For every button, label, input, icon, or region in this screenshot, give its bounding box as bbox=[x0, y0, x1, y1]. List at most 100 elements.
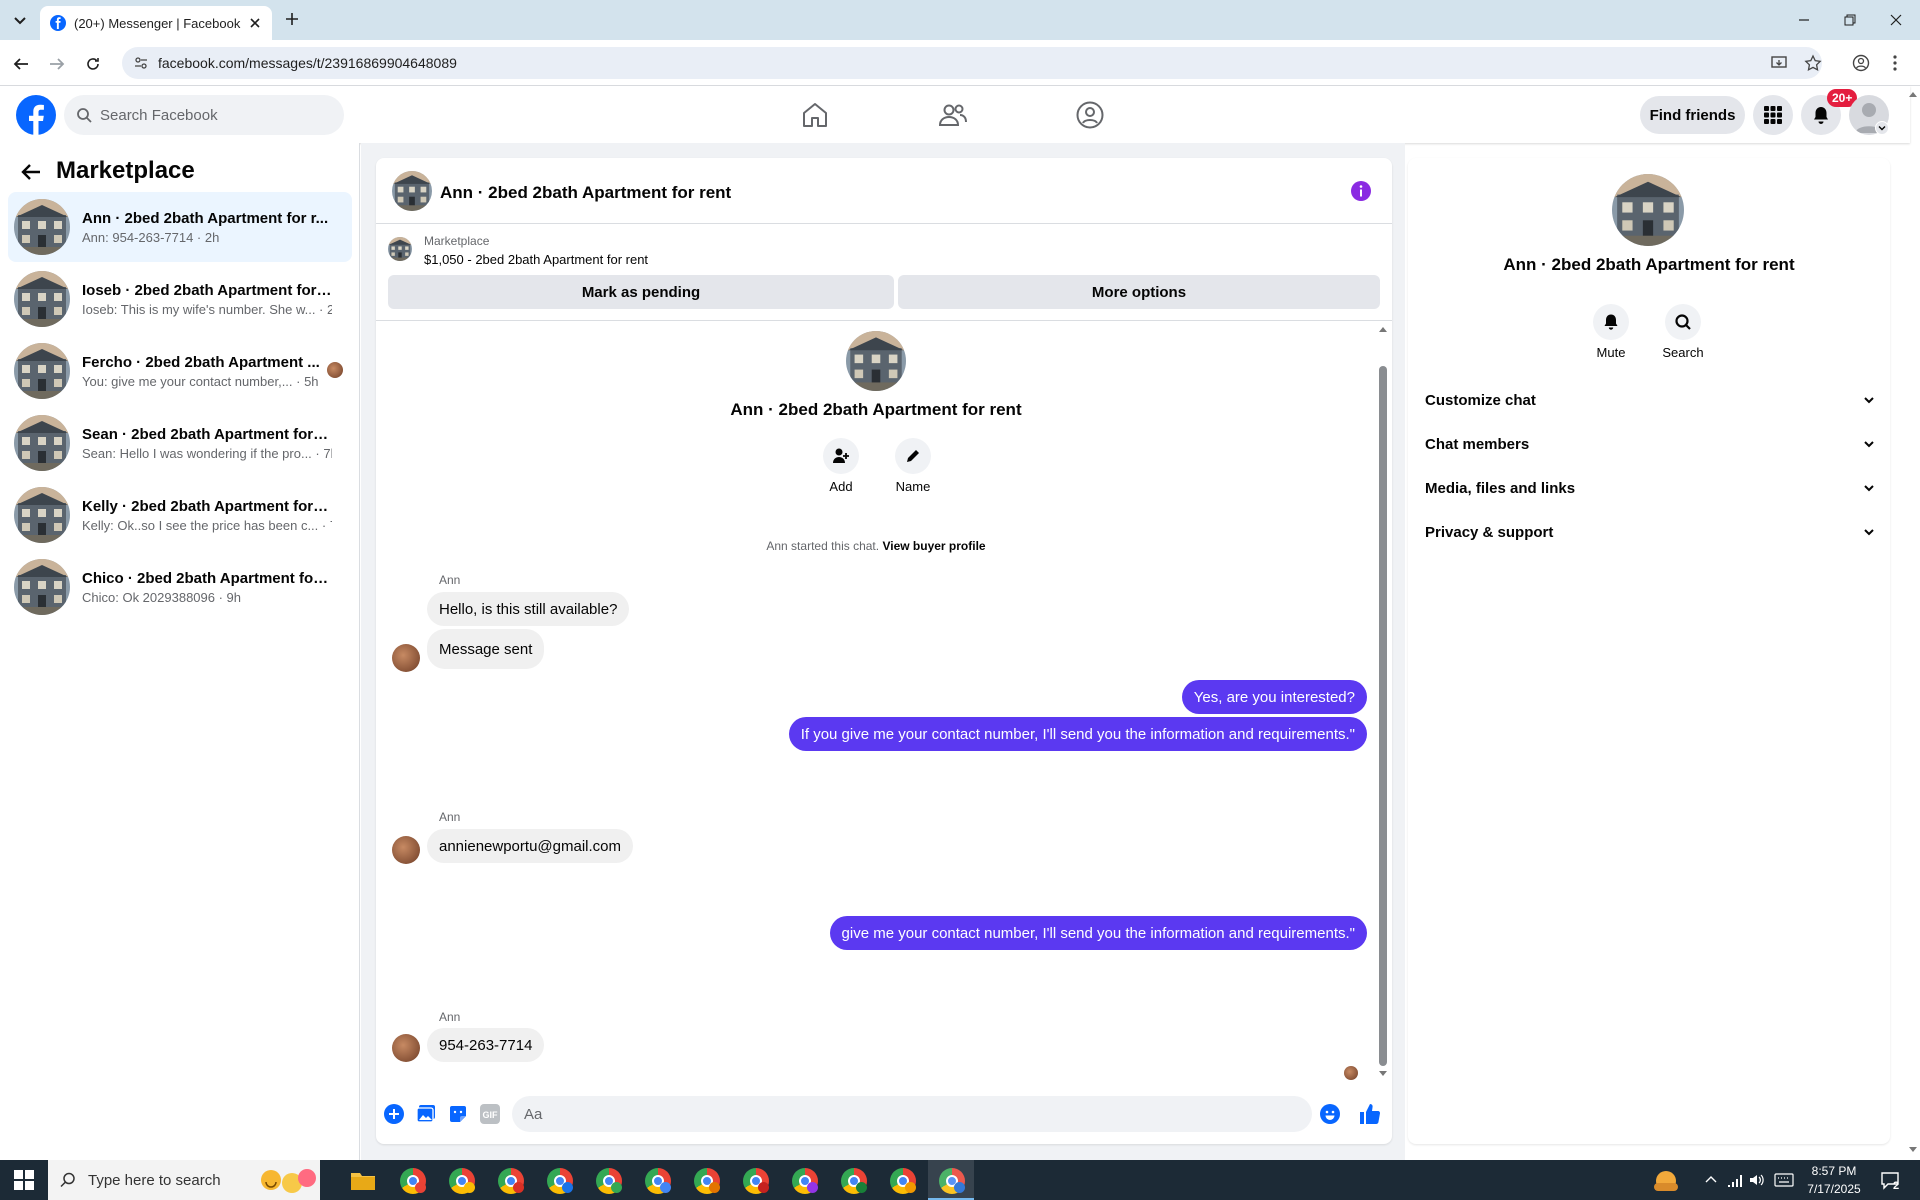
add-people-button[interactable] bbox=[823, 438, 859, 474]
facebook-logo-icon[interactable] bbox=[16, 95, 56, 135]
conversation-thumbnail bbox=[14, 199, 70, 255]
browser-tab-messenger[interactable]: (20+) Messenger | Facebook bbox=[40, 6, 272, 40]
nav-groups[interactable] bbox=[1075, 100, 1105, 130]
forward-button[interactable] bbox=[48, 55, 66, 73]
mark-as-pending-button[interactable]: Mark as pending bbox=[388, 275, 894, 309]
emoji-button[interactable] bbox=[1320, 1104, 1340, 1124]
listing-detail[interactable]: $1,050 - 2bed 2bath Apartment for rent bbox=[424, 252, 648, 267]
volume-icon[interactable] bbox=[1748, 1172, 1766, 1188]
find-friends-button[interactable]: Find friends bbox=[1640, 96, 1745, 134]
weather-icon[interactable] bbox=[1652, 1168, 1680, 1194]
sender-avatar[interactable] bbox=[392, 836, 420, 864]
sender-avatar[interactable] bbox=[392, 1034, 420, 1062]
search-placeholder: Search Facebook bbox=[100, 106, 218, 124]
conversation-text: Ann · 2bed 2bath Apartment for r... Ann: … bbox=[82, 210, 332, 245]
message-incoming[interactable]: Hello, is this still available? bbox=[427, 592, 630, 626]
search-conversation-button[interactable] bbox=[1665, 304, 1701, 340]
conversation-item[interactable]: Ioseb · 2bed 2bath Apartment for ... Iose… bbox=[8, 264, 352, 334]
bookmark-star-icon[interactable] bbox=[1804, 54, 1822, 72]
window-restore-button[interactable] bbox=[1842, 12, 1858, 28]
chrome-profile-taskbar-icon[interactable] bbox=[694, 1168, 720, 1194]
chat-scrollbar-down[interactable] bbox=[1378, 1070, 1388, 1078]
profile-icon[interactable] bbox=[1852, 54, 1870, 72]
customize-chat-section[interactable]: Customize chat bbox=[1425, 382, 1875, 418]
like-button[interactable] bbox=[1358, 1102, 1382, 1126]
chrome-profile-taskbar-icon[interactable] bbox=[743, 1168, 769, 1194]
chrome-profile-taskbar-icon[interactable] bbox=[841, 1168, 867, 1194]
message-input[interactable]: Aa bbox=[512, 1096, 1312, 1132]
conversation-item[interactable]: Sean · 2bed 2bath Apartment for r... Sean… bbox=[8, 408, 352, 478]
more-actions-button[interactable] bbox=[384, 1104, 404, 1124]
details-thumbnail[interactable] bbox=[1612, 174, 1684, 246]
header-divider bbox=[376, 223, 1392, 224]
tray-overflow-icon[interactable] bbox=[1704, 1174, 1718, 1184]
facebook-search-input[interactable]: Search Facebook bbox=[64, 95, 344, 135]
chat-header-thumbnail[interactable] bbox=[392, 171, 432, 211]
chrome-profile-taskbar-icon[interactable] bbox=[400, 1168, 426, 1194]
chat-members-section[interactable]: Chat members bbox=[1425, 426, 1875, 462]
intro-thumbnail[interactable] bbox=[846, 331, 906, 391]
emoji-search-highlight-icon[interactable] bbox=[260, 1168, 316, 1194]
window-minimize-button[interactable] bbox=[1796, 12, 1812, 28]
mute-button[interactable] bbox=[1593, 304, 1629, 340]
conversation-item[interactable]: Kelly · 2bed 2bath Apartment for r... Kel… bbox=[8, 480, 352, 550]
nav-home[interactable] bbox=[800, 101, 830, 129]
file-explorer-taskbar-icon[interactable] bbox=[350, 1168, 376, 1192]
install-app-icon[interactable] bbox=[1770, 54, 1788, 72]
nav-friends[interactable] bbox=[938, 101, 968, 129]
window-close-button[interactable] bbox=[1888, 12, 1904, 28]
chrome-profile-taskbar-icon[interactable] bbox=[792, 1168, 818, 1194]
chrome-profile-taskbar-icon[interactable] bbox=[645, 1168, 671, 1194]
conversation-info-button[interactable] bbox=[1350, 180, 1372, 202]
chrome-profile-taskbar-icon[interactable] bbox=[547, 1168, 573, 1194]
privacy-support-section[interactable]: Privacy & support bbox=[1425, 514, 1875, 550]
tab-list-button[interactable] bbox=[10, 10, 30, 30]
sender-avatar[interactable] bbox=[392, 644, 420, 672]
conversation-item[interactable]: Ann · 2bed 2bath Apartment for r... Ann: … bbox=[8, 192, 352, 262]
account-chevron-icon[interactable] bbox=[1875, 121, 1889, 135]
attach-photo-button[interactable] bbox=[416, 1104, 436, 1124]
conversation-item[interactable]: Chico · 2bed 2bath Apartment for ... Chic… bbox=[8, 552, 352, 622]
message-outgoing[interactable]: If you give me your contact number, I'll… bbox=[788, 717, 1367, 751]
reload-button[interactable] bbox=[84, 55, 102, 73]
browser-menu-icon[interactable] bbox=[1892, 54, 1898, 72]
keyboard-icon[interactable] bbox=[1774, 1173, 1794, 1187]
chrome-profile-taskbar-icon[interactable] bbox=[890, 1168, 916, 1194]
view-buyer-profile-link[interactable]: View buyer profile bbox=[882, 539, 985, 553]
address-bar[interactable]: facebook.com/messages/t/2391686990464808… bbox=[122, 47, 1822, 79]
grid-menu-icon bbox=[1764, 106, 1782, 124]
chat-scrollbar-up[interactable] bbox=[1378, 325, 1388, 333]
site-info-icon[interactable] bbox=[134, 56, 148, 70]
chat-scrollbar-thumb[interactable] bbox=[1379, 366, 1387, 1066]
chevron-down-icon bbox=[1864, 441, 1874, 448]
message-incoming[interactable]: 954-263-7714 bbox=[427, 1028, 545, 1062]
back-to-chats-button[interactable] bbox=[20, 161, 42, 183]
new-tab-button[interactable] bbox=[284, 11, 300, 27]
sticker-button[interactable] bbox=[448, 1104, 468, 1124]
page-scroll-down[interactable] bbox=[1908, 1146, 1918, 1154]
chrome-profile-taskbar-icon[interactable] bbox=[449, 1168, 475, 1194]
chrome-profile-taskbar-icon[interactable] bbox=[596, 1168, 622, 1194]
chrome-profile-taskbar-icon[interactable] bbox=[498, 1168, 524, 1194]
page-scroll-up[interactable] bbox=[1908, 90, 1918, 98]
back-button[interactable] bbox=[12, 55, 30, 73]
conversation-item[interactable]: Fercho · 2bed 2bath Apartment ... You: gi… bbox=[8, 336, 352, 406]
edit-name-button[interactable] bbox=[895, 438, 931, 474]
taskbar-date[interactable]: 7/17/2025 bbox=[1804, 1182, 1864, 1196]
network-icon[interactable] bbox=[1726, 1172, 1742, 1188]
menu-button[interactable] bbox=[1753, 95, 1793, 135]
message-outgoing[interactable]: Yes, are you interested? bbox=[1181, 680, 1367, 714]
gif-button[interactable]: GIF bbox=[480, 1104, 500, 1124]
listing-divider bbox=[376, 320, 1392, 321]
close-tab-icon[interactable] bbox=[248, 16, 262, 30]
taskbar-time[interactable]: 8:57 PM bbox=[1804, 1164, 1864, 1178]
message-incoming[interactable]: annienewportu@gmail.com bbox=[427, 829, 633, 863]
details-title: Ann · 2bed 2bath Apartment for rent bbox=[1503, 255, 1795, 274]
start-button[interactable] bbox=[14, 1170, 34, 1190]
chat-header-title[interactable]: Ann · 2bed 2bath Apartment for rent bbox=[440, 183, 731, 203]
media-files-links-section[interactable]: Media, files and links bbox=[1425, 470, 1875, 506]
message-incoming[interactable]: Message sent bbox=[427, 629, 545, 669]
message-outgoing[interactable]: give me your contact number, I'll send y… bbox=[829, 916, 1367, 950]
listing-thumbnail[interactable] bbox=[388, 237, 412, 261]
more-options-button[interactable]: More options bbox=[898, 275, 1380, 309]
